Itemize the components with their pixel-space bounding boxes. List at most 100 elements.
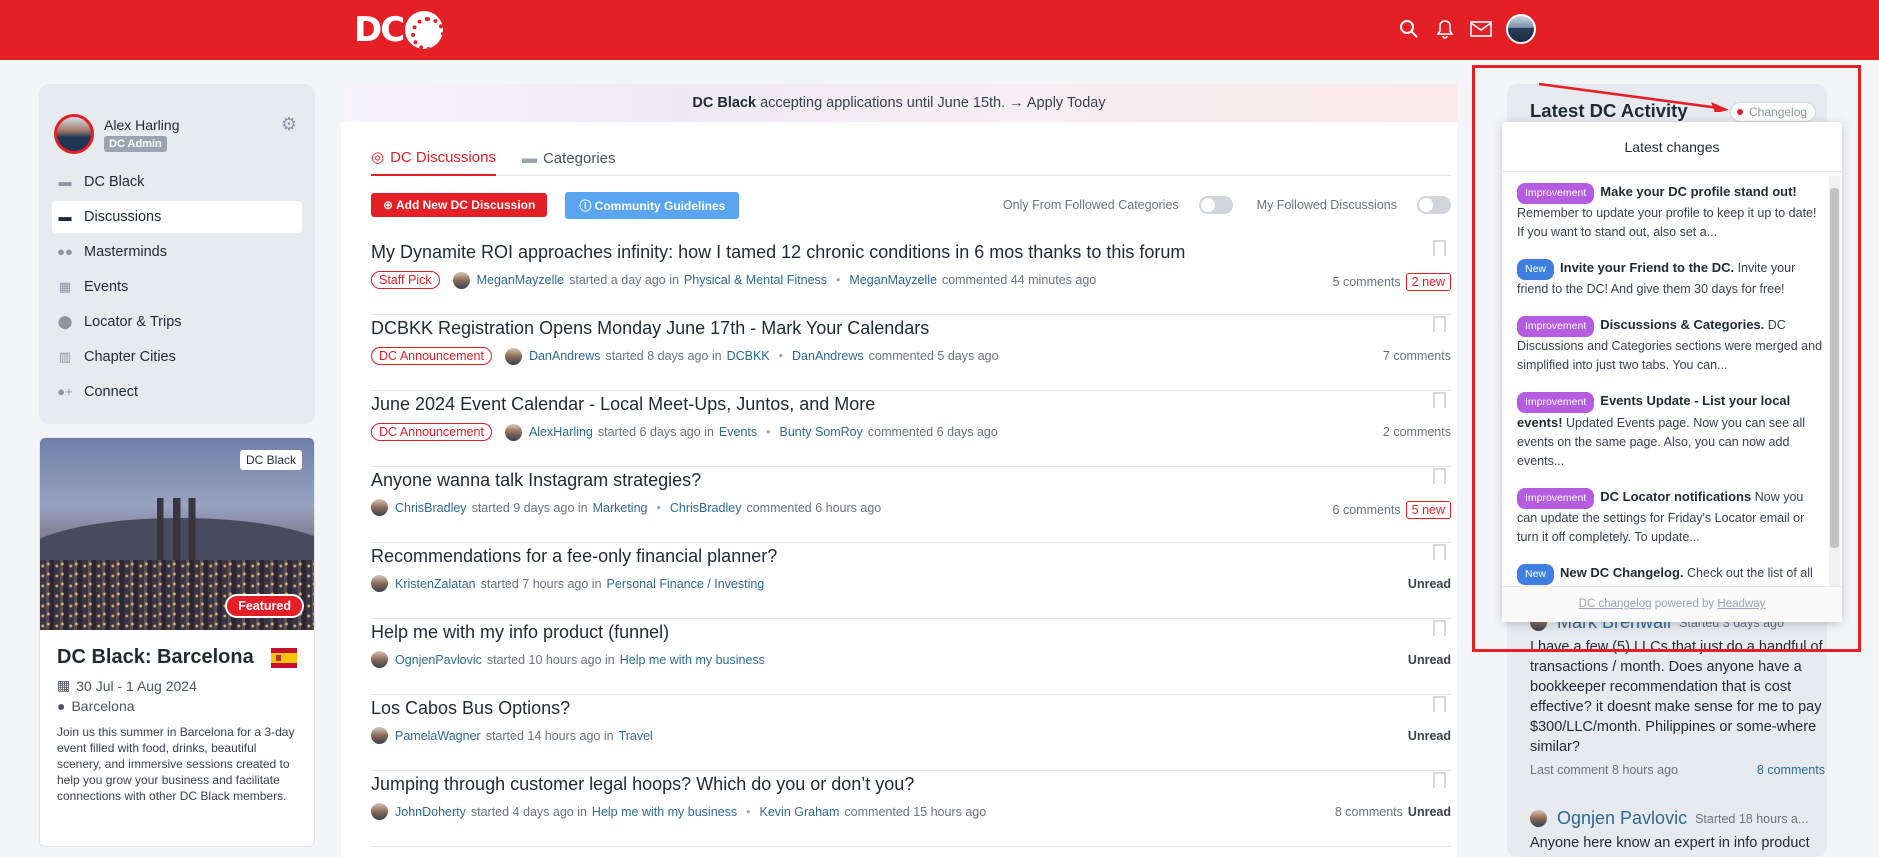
mail-icon[interactable] [1470, 18, 1492, 40]
sidebar-item-connect[interactable]: ●+ Connect [52, 376, 302, 408]
discussion-title[interactable]: DCBKK Registration Opens Monday June 17t… [371, 318, 1451, 339]
sidebar-item-dc-black[interactable]: ▬ DC Black [52, 166, 302, 198]
bell-icon[interactable] [1434, 18, 1456, 40]
filter-toggles: Only From Followed Categories My Followe… [1003, 196, 1451, 214]
discussion-title[interactable]: Help me with my info product (funnel) [371, 622, 1451, 643]
new-comments-badge[interactable]: 5 new [1405, 501, 1451, 519]
discussion-author[interactable]: JohnDoherty [395, 805, 466, 819]
discussion-commented: commented 6 hours ago [746, 500, 882, 515]
discussion-commenter[interactable]: DanAndrews [792, 349, 864, 363]
discussion-started: started 9 days ago in [471, 500, 588, 515]
profile-block[interactable]: Alex Harling DC Admin [54, 114, 179, 154]
user-avatar[interactable] [1506, 14, 1536, 44]
discussion-author[interactable]: OgnjenPavlovic [395, 653, 482, 667]
discussion-title[interactable]: Jumping through customer legal hoops? Wh… [371, 774, 1451, 795]
tab-categories[interactable]: ▬ Categories [522, 140, 616, 176]
discussion-commenter[interactable]: Bunty SomRoy [780, 425, 863, 439]
bookmark-icon[interactable] [1433, 772, 1446, 788]
discussion-commenter[interactable]: Kevin Graham [760, 805, 840, 819]
community-guidelines-button[interactable]: ⓘ Community Guidelines [565, 191, 740, 219]
activity-author[interactable]: Ognjen Pavlovic [1557, 808, 1687, 829]
sidebar-nav: ▬ DC Black ▬ Discussions ●● Masterminds ▦ Ev… [52, 166, 302, 411]
discussion-title[interactable]: June 2024 Event Calendar - Local Meet-Up… [371, 394, 1451, 415]
discussion-author[interactable]: DanAndrews [529, 349, 601, 363]
role-badge: DC Admin [104, 135, 167, 152]
avatar[interactable] [54, 114, 94, 154]
discussion-category[interactable]: Travel [619, 729, 653, 743]
table-row[interactable]: Help me with my info product (funnel) Og… [371, 619, 1451, 695]
discussion-commenter[interactable]: ChrisBradley [670, 501, 742, 515]
table-row[interactable]: My Dynamite ROI approaches infinity: how… [371, 239, 1451, 315]
tab-label: DC Discussions [390, 148, 496, 166]
avatar [371, 803, 388, 820]
sidebar-item-locator[interactable]: ⬤ Locator & Trips [52, 306, 302, 338]
tab-dc-discussions[interactable]: ◎ DC Discussions [371, 140, 496, 176]
featured-badge: Featured [225, 594, 304, 618]
sidebar-item-events[interactable]: ▦ Events [52, 271, 302, 303]
bookmark-icon[interactable] [1433, 696, 1446, 712]
sidebar-item-chapter-cities[interactable]: ▥ Chapter Cities [52, 341, 302, 373]
profile-name[interactable]: Alex Harling [104, 117, 179, 133]
discussion-started: started 6 days ago in [597, 425, 714, 439]
bookmark-icon[interactable] [1433, 316, 1446, 332]
activity-item[interactable]: Ognjen Pavlovic Started 18 hours a... Any… [1530, 808, 1825, 853]
dc-logo[interactable]: DC [354, 10, 444, 50]
discussion-title[interactable]: Los Cabos Bus Options? [371, 698, 1451, 719]
table-row[interactable]: Anyone wanna talk Instagram strategies? … [371, 467, 1451, 543]
discussions-icon: ▬ [58, 209, 72, 224]
table-row[interactable]: Recommendations for a fee-only financial… [371, 543, 1451, 619]
discussion-category[interactable]: Personal Finance / Investing [607, 577, 765, 591]
discussion-author[interactable]: KristenZalatan [395, 577, 476, 591]
discussion-title[interactable]: Anyone wanna talk Instagram strategies? [371, 470, 1451, 491]
gear-icon[interactable]: ⚙ [281, 114, 297, 135]
comment-count: 7 comments [1382, 349, 1451, 363]
discussion-author[interactable]: ChrisBradley [395, 501, 467, 515]
search-icon[interactable] [1398, 18, 1420, 40]
discussion-title[interactable]: My Dynamite ROI approaches infinity: how… [371, 242, 1451, 263]
bookmark-icon[interactable] [1433, 620, 1446, 636]
unread-label: Unread [1407, 805, 1451, 819]
bookmark-icon[interactable] [1433, 468, 1446, 484]
discussion-category[interactable]: DCBKK [727, 349, 770, 363]
discussion-category[interactable]: Help me with my business [592, 805, 737, 819]
logo-text: DC [354, 10, 405, 50]
separator-dot: • [836, 273, 841, 287]
table-row[interactable]: June 2024 Event Calendar - Local Meet-Up… [371, 391, 1451, 467]
followed-categories-toggle[interactable] [1198, 196, 1233, 214]
discussion-commented: commented 5 days ago [868, 349, 999, 363]
discussion-started: started 4 days ago in [470, 804, 587, 819]
sidebar-item-label: Discussions [84, 209, 162, 225]
sidebar-item-label: Locator & Trips [84, 314, 182, 330]
discussion-tag[interactable]: DC Announcement [371, 423, 492, 441]
bookmark-icon[interactable] [1433, 240, 1446, 256]
add-discussion-button[interactable]: ⊕ Add New DC Discussion [371, 193, 548, 217]
discussion-author[interactable]: PamelaWagner [395, 729, 481, 743]
sidebar-item-discussions[interactable]: ▬ Discussions [52, 201, 302, 233]
main-content: DC Black accepting applications until Ju… [341, 84, 1457, 857]
table-row[interactable]: DCBKK Registration Opens Monday June 17t… [371, 315, 1451, 391]
discussion-category[interactable]: Physical & Mental Fitness [684, 273, 827, 287]
event-title[interactable]: DC Black: Barcelona [57, 646, 254, 669]
top-icons [1398, 14, 1536, 44]
new-comments-badge[interactable]: 2 new [1405, 273, 1451, 291]
discussion-author[interactable]: AlexHarling [529, 425, 593, 439]
sidebar-item-masterminds[interactable]: ●● Masterminds [52, 236, 302, 268]
sidebar-item-label: Chapter Cities [84, 349, 176, 365]
announcement-banner[interactable]: DC Black accepting applications until Ju… [341, 84, 1457, 122]
discussion-tag[interactable]: Staff Pick [371, 271, 440, 289]
discussion-commenter[interactable]: MeganMayzelle [849, 273, 937, 287]
activity-comments-link[interactable]: 8 comments [1757, 763, 1825, 777]
building-icon: ▥ [58, 349, 72, 364]
bookmark-icon[interactable] [1433, 392, 1446, 408]
discussion-category[interactable]: Events [719, 425, 757, 439]
followed-discussions-toggle[interactable] [1417, 196, 1451, 214]
discussion-title[interactable]: Recommendations for a fee-only financial… [371, 546, 1451, 567]
discussion-author[interactable]: MeganMayzelle [477, 273, 565, 287]
table-row[interactable]: Los Cabos Bus Options? PamelaWagner start… [371, 695, 1451, 771]
featured-event-card[interactable]: DC Black Featured DC Black: Barcelona ▦ 3… [39, 437, 315, 847]
discussion-category[interactable]: Help me with my business [620, 653, 765, 667]
bookmark-icon[interactable] [1433, 544, 1446, 560]
discussion-tag[interactable]: DC Announcement [371, 347, 492, 365]
discussion-category[interactable]: Marketing [593, 501, 648, 515]
table-row[interactable]: Jumping through customer legal hoops? Wh… [371, 771, 1451, 847]
